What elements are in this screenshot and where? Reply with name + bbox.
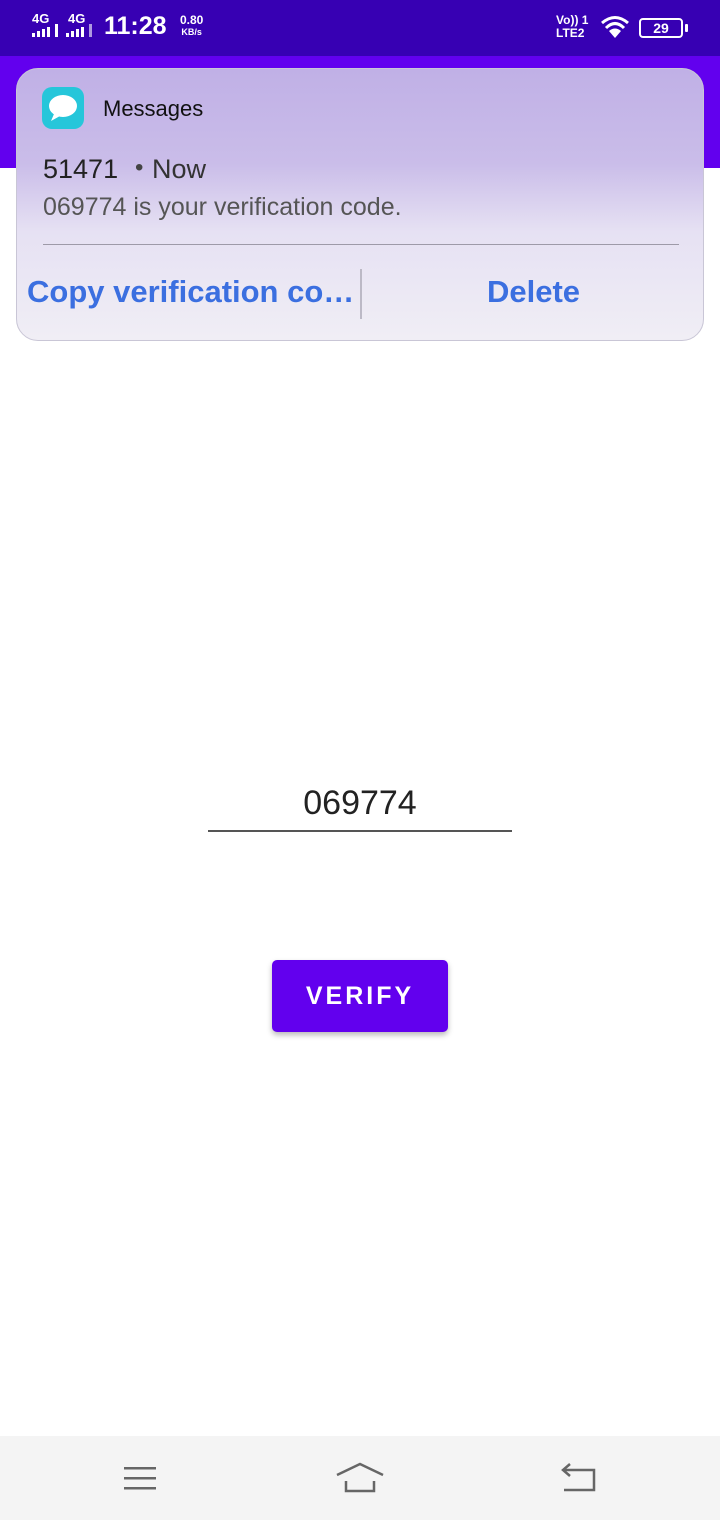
delete-button[interactable]: Delete <box>362 274 703 310</box>
notification-divider <box>43 244 679 245</box>
notification-time: Now <box>152 154 207 184</box>
back-icon <box>561 1463 596 1492</box>
sms-notification[interactable]: Messages 51471 • Now 069774 is your veri… <box>16 68 704 341</box>
notification-separator: • <box>135 154 144 181</box>
navigation-bar <box>0 1436 720 1520</box>
volte-indicator: Vo)) 1 LTE2 <box>556 14 588 40</box>
notification-sender: 51471 <box>43 154 119 184</box>
message-bubble-icon <box>42 87 84 129</box>
speed-unit: KB/s <box>181 27 202 37</box>
notification-body: 069774 is your verification code. <box>43 193 402 221</box>
home-icon <box>336 1462 384 1493</box>
volte-bottom: LTE2 <box>556 26 585 40</box>
wifi-icon <box>601 16 629 38</box>
battery-tip <box>685 24 688 32</box>
back-button[interactable] <box>518 1436 638 1520</box>
signal-2-icon <box>66 24 92 37</box>
menu-button[interactable] <box>80 1436 200 1520</box>
speed-value: 0.80 <box>180 13 204 27</box>
menu-icon <box>124 1467 156 1490</box>
screen: 4G 4G 11:28 0.80 KB/s Vo)) 1 LTE2 29 Mes… <box>0 0 720 1520</box>
verification-code-input[interactable] <box>208 776 512 832</box>
signal-1-icon <box>32 24 58 37</box>
clock: 11:28 <box>104 12 167 40</box>
status-bar: 4G 4G 11:28 0.80 KB/s Vo)) 1 LTE2 29 <box>0 0 720 56</box>
home-button[interactable] <box>300 1436 420 1520</box>
notification-app-name: Messages <box>103 96 204 121</box>
copy-code-button[interactable]: Copy verification co… <box>27 274 357 310</box>
verify-button[interactable]: VERIFY <box>272 960 448 1032</box>
battery-indicator: 29 <box>639 18 683 38</box>
network-speed: 0.80 KB/s <box>180 14 203 38</box>
